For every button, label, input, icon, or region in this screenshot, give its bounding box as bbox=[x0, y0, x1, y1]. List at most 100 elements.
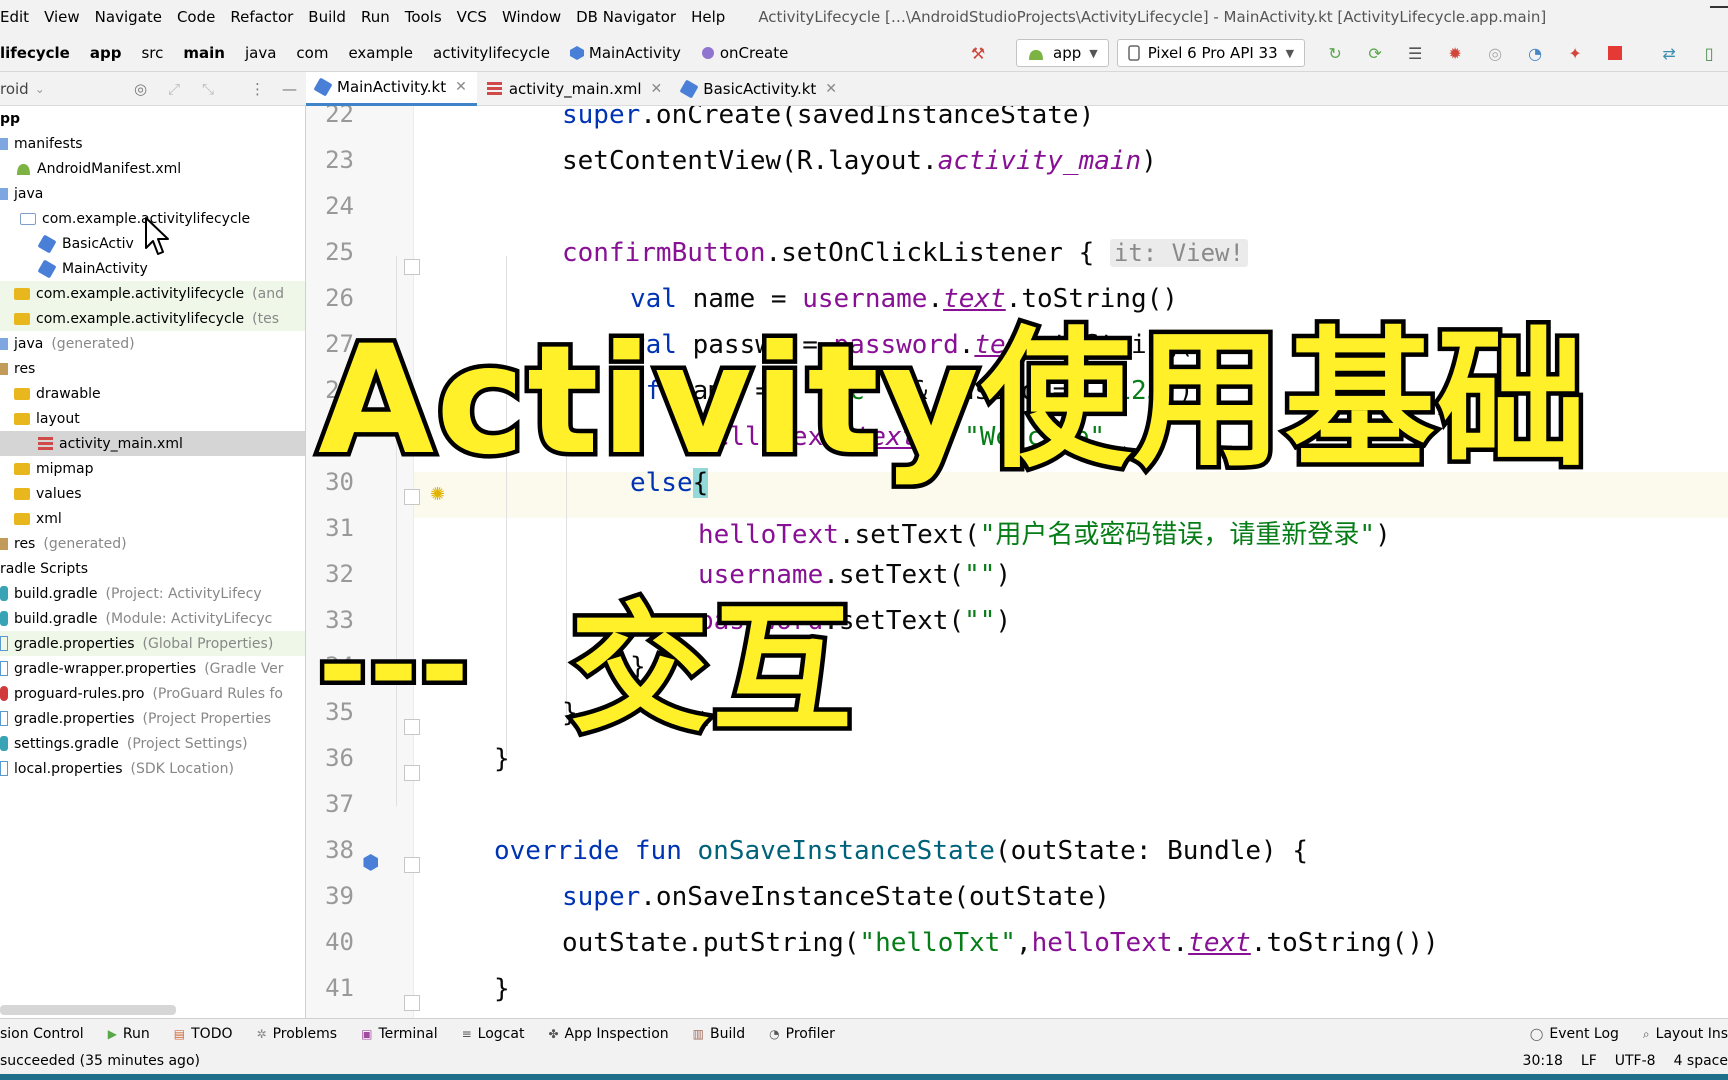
tree-item-xml[interactable]: xml bbox=[0, 506, 305, 531]
tool-logcat[interactable]: ≡ Logcat bbox=[450, 1026, 537, 1042]
close-icon[interactable]: ✕ bbox=[651, 81, 663, 97]
stop-icon[interactable] bbox=[1605, 43, 1625, 63]
fold-marker-icon[interactable] bbox=[404, 995, 420, 1011]
tree-item-gradle-scripts[interactable]: radle Scripts bbox=[0, 556, 305, 581]
tab-activity-main-xml[interactable]: activity_main.xml ✕ bbox=[477, 72, 672, 106]
tool-layout-inspector[interactable]: ⌕ Layout Ins bbox=[1631, 1026, 1728, 1042]
tree-item-settings-gradle[interactable]: settings.gradle (Project Settings) bbox=[0, 731, 305, 756]
tool-run[interactable]: ▶ Run bbox=[96, 1026, 162, 1042]
tree-item-proguard-rules[interactable]: proguard-rules.pro (ProGuard Rules fo bbox=[0, 681, 305, 706]
close-icon[interactable]: ✕ bbox=[825, 81, 837, 97]
tree-item-layout[interactable]: layout bbox=[0, 406, 305, 431]
indent-setting[interactable]: 4 space bbox=[1674, 1053, 1728, 1069]
tree-item-res[interactable]: res bbox=[0, 356, 305, 381]
breadcrumb-oncreate[interactable]: onCreate bbox=[691, 44, 799, 62]
fold-marker-icon[interactable] bbox=[404, 857, 420, 873]
chevron-down-icon[interactable]: ⌄ bbox=[35, 82, 45, 96]
tree-item-package-androidtest[interactable]: com.example.activitylifecycle (and bbox=[0, 281, 305, 306]
device-select[interactable]: Pixel 6 Pro API 33 ▼ bbox=[1116, 39, 1306, 67]
breadcrumb-com[interactable]: com bbox=[286, 44, 338, 62]
breadcrumb-example[interactable]: example bbox=[338, 44, 423, 62]
expand-all-icon[interactable]: ⤢ bbox=[168, 80, 180, 98]
breadcrumb-main[interactable]: main bbox=[173, 44, 235, 62]
tree-item-gradle-wrapper-properties[interactable]: gradle-wrapper.properties (Gradle Ver bbox=[0, 656, 305, 681]
run-config-select[interactable]: app ▼ bbox=[1016, 39, 1109, 67]
menu-navigate[interactable]: Navigate bbox=[89, 8, 171, 26]
override-method-icon[interactable]: ⬢ bbox=[362, 850, 379, 874]
tree-item-build-gradle-project[interactable]: build.gradle (Project: ActivityLifecy bbox=[0, 581, 305, 606]
tree-item-manifests[interactable]: manifests bbox=[0, 131, 305, 156]
line-separator[interactable]: LF bbox=[1581, 1053, 1597, 1069]
profile-icon[interactable]: ◔ bbox=[1525, 43, 1545, 63]
apply-code-changes-icon[interactable]: ⟳ bbox=[1365, 43, 1385, 63]
tool-build[interactable]: ▥ Build bbox=[681, 1026, 758, 1042]
tree-item-local-properties[interactable]: local.properties (SDK Location) bbox=[0, 756, 305, 781]
menu-edit[interactable]: Edit bbox=[0, 8, 38, 26]
menu-code[interactable]: Code bbox=[171, 8, 224, 26]
tree-item-java-generated[interactable]: java (generated) bbox=[0, 331, 305, 356]
collapse-all-icon[interactable]: ⤡ bbox=[202, 80, 214, 98]
horizontal-scrollbar[interactable] bbox=[0, 1005, 176, 1015]
tree-item-drawable[interactable]: drawable bbox=[0, 381, 305, 406]
tab-mainactivity-kt[interactable]: MainActivity.kt ✕ bbox=[306, 71, 477, 106]
close-icon[interactable]: ✕ bbox=[455, 79, 467, 95]
run-coverage-icon[interactable]: ◎ bbox=[1485, 43, 1505, 63]
tree-item-mainactivity[interactable]: MainActivity bbox=[0, 256, 305, 281]
menu-refactor[interactable]: Refactor bbox=[224, 8, 302, 26]
target-icon[interactable]: ◎ bbox=[134, 80, 147, 98]
attach-debugger-icon[interactable]: ✦ bbox=[1565, 43, 1585, 63]
tree-item-mipmap[interactable]: mipmap bbox=[0, 456, 305, 481]
project-view-select[interactable]: roid bbox=[0, 80, 29, 98]
tool-version-control[interactable]: sion Control bbox=[0, 1026, 96, 1042]
sync-gradle-icon[interactable]: ⇄ bbox=[1659, 43, 1679, 63]
caret-position[interactable]: 30:18 bbox=[1523, 1053, 1563, 1069]
tree-item-label: build.gradle bbox=[14, 610, 98, 627]
tree-item-package-test[interactable]: com.example.activitylifecycle (tes bbox=[0, 306, 305, 331]
hammer-icon[interactable]: ⚒ bbox=[968, 43, 988, 63]
file-encoding[interactable]: UTF-8 bbox=[1615, 1053, 1656, 1069]
more-options-icon[interactable]: ⋮ bbox=[250, 80, 265, 98]
tree-item-activity-main-xml[interactable]: activity_main.xml bbox=[0, 431, 305, 456]
tree-item-gradle-properties-global[interactable]: gradle.properties (Global Properties) bbox=[0, 631, 305, 656]
breadcrumb-src[interactable]: src bbox=[131, 44, 173, 62]
tool-profiler[interactable]: ◔ Profiler bbox=[757, 1026, 847, 1042]
indent-guide bbox=[566, 456, 567, 726]
menu-window[interactable]: Window bbox=[496, 8, 570, 26]
hide-panel-icon[interactable]: — bbox=[282, 80, 297, 98]
menu-build[interactable]: Build bbox=[302, 8, 355, 26]
tool-terminal[interactable]: ▣ Terminal bbox=[349, 1026, 450, 1042]
tool-todo[interactable]: ▤ TODO bbox=[162, 1026, 245, 1042]
tab-basicactivity-kt[interactable]: BasicActivity.kt ✕ bbox=[672, 72, 847, 106]
tool-event-log[interactable]: ◯ Event Log bbox=[1530, 1026, 1631, 1042]
tool-app-inspection[interactable]: ✤ App Inspection bbox=[536, 1026, 680, 1042]
debug-icon[interactable]: ✹ bbox=[1445, 43, 1465, 63]
menu-vcs[interactable]: VCS bbox=[451, 8, 496, 26]
list-icon[interactable]: ☰ bbox=[1405, 43, 1425, 63]
menu-tools[interactable]: Tools bbox=[399, 8, 451, 26]
breadcrumb-java[interactable]: java bbox=[235, 44, 286, 62]
breadcrumb-activitylifecycle[interactable]: activitylifecycle bbox=[423, 44, 560, 62]
fold-marker-icon[interactable] bbox=[404, 489, 420, 505]
tool-problems[interactable]: ✲ Problems bbox=[245, 1026, 350, 1042]
device-manager-icon[interactable]: ▯ bbox=[1699, 43, 1719, 63]
tree-item-androidmanifest[interactable]: AndroidManifest.xml bbox=[0, 156, 305, 181]
breadcrumb-project[interactable]: lifecycle bbox=[0, 44, 80, 62]
menu-db-navigator[interactable]: DB Navigator bbox=[570, 8, 685, 26]
minimize-icon[interactable] bbox=[1710, 6, 1728, 8]
tree-item-java[interactable]: java bbox=[0, 181, 305, 206]
tree-item-app[interactable]: pp bbox=[0, 106, 305, 131]
tree-item-gradle-properties-project[interactable]: gradle.properties (Project Properties bbox=[0, 706, 305, 731]
phone-icon bbox=[1127, 45, 1140, 61]
tree-item-res-generated[interactable]: res (generated) bbox=[0, 531, 305, 556]
fold-marker-icon[interactable] bbox=[404, 259, 420, 275]
fold-marker-icon[interactable] bbox=[404, 765, 420, 781]
tree-item-values[interactable]: values bbox=[0, 481, 305, 506]
breadcrumb-app[interactable]: app bbox=[80, 44, 132, 62]
code-editor[interactable]: 22 23 24 25 26 27 28 29 30 31 32 33 34 3… bbox=[306, 106, 1728, 1018]
tree-item-build-gradle-module[interactable]: build.gradle (Module: ActivityLifecyc bbox=[0, 606, 305, 631]
menu-run[interactable]: Run bbox=[355, 8, 399, 26]
menu-help[interactable]: Help bbox=[685, 8, 734, 26]
breadcrumb-mainactivity[interactable]: MainActivity bbox=[560, 44, 691, 62]
apply-changes-icon[interactable]: ↻ bbox=[1325, 43, 1345, 63]
menu-view[interactable]: View bbox=[38, 8, 89, 26]
